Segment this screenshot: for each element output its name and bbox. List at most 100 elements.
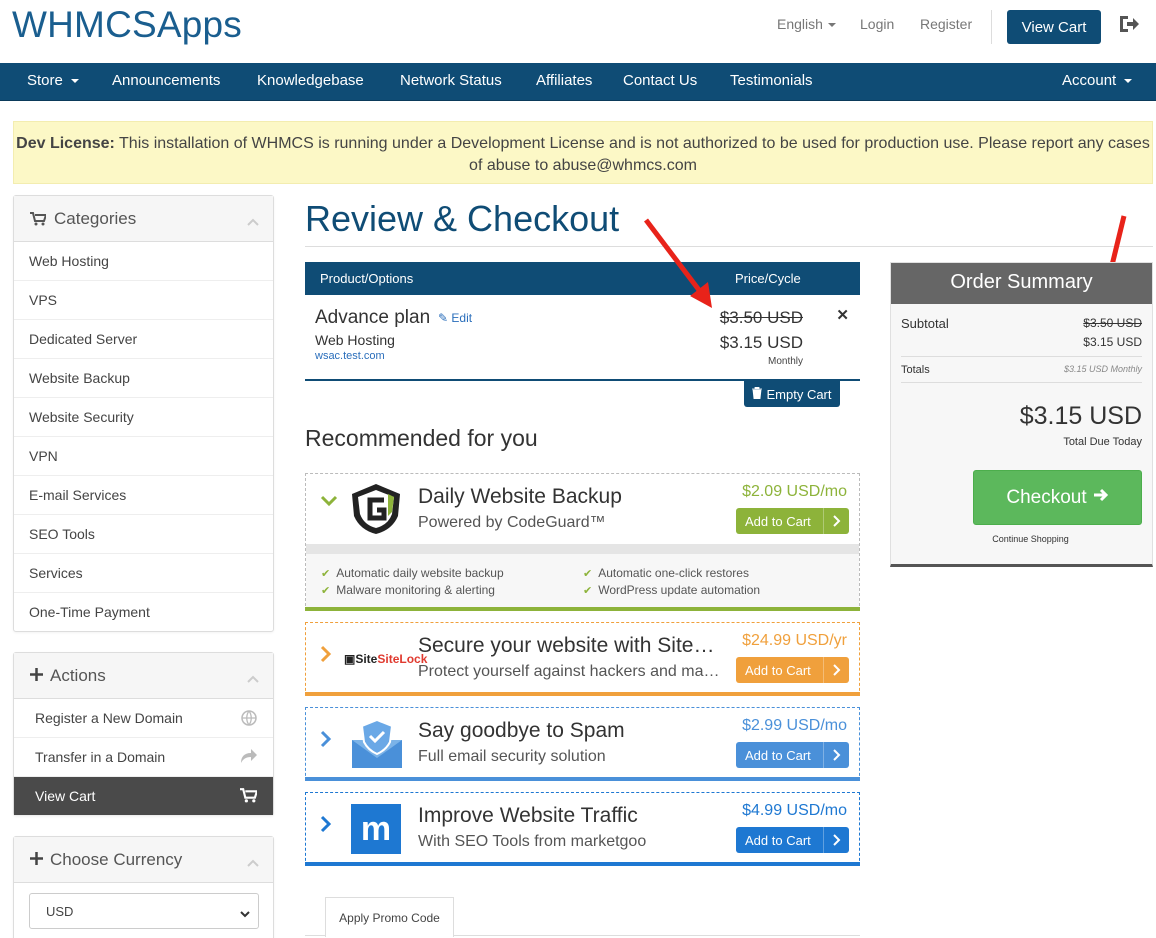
chevron-right-icon[interactable] [320,730,334,748]
chevron-right-icon[interactable] [320,645,334,663]
continue-shopping-link[interactable]: Continue Shopping [891,534,1152,544]
nav-store[interactable]: Store [27,72,79,89]
chevron-up-icon[interactable] [247,854,259,867]
dev-license-alert: Dev License: This installation of WHMCS … [13,121,1153,184]
actions-panel: Actions Register a New Domain Transfer i… [13,652,274,816]
title-divider [305,246,1153,247]
chevron-up-icon[interactable] [247,670,259,683]
subtotal-label: Subtotal [901,316,949,331]
item-cycle: Monthly [767,356,803,367]
language-selector[interactable]: English [777,16,836,32]
category-website-security[interactable]: Website Security [14,398,273,437]
order-summary-title: Order Summary [891,263,1152,304]
view-cart-button[interactable]: View Cart [1007,10,1101,44]
chevron-down-icon[interactable] [320,494,338,508]
cart-table-header: Product/Options Price/Cycle [305,262,860,295]
rec-subtitle-2: Protect yourself against hackers and mal… [418,663,723,680]
chevron-right-icon [823,657,849,683]
action-view-cart[interactable]: View Cart [14,777,273,816]
item-domain: wsac.test.com [315,350,385,362]
site-logo[interactable]: WHMCSApps [12,4,242,46]
total-amount: $3.15 USD [1019,402,1142,430]
action-register-domain[interactable]: Register a New Domain [14,699,273,738]
subtotal-value: $3.15 USD [1083,335,1142,349]
chevron-right-icon[interactable] [320,815,334,833]
nav-contact-us[interactable]: Contact Us [623,72,697,89]
item-name: Advance plan [315,307,431,328]
chevron-right-icon [823,827,849,853]
category-web-hosting[interactable]: Web Hosting [14,242,273,281]
category-seo-tools[interactable]: SEO Tools [14,515,273,554]
category-website-backup[interactable]: Website Backup [14,359,273,398]
summary-divider [901,356,1142,357]
add-to-cart-button[interactable]: Add to Cart [736,657,849,683]
chevron-up-icon[interactable] [247,213,259,226]
share-icon [241,749,257,766]
rec-price-4: $4.99 USD/mo [742,802,847,819]
item-old-price: $3.50 USD [719,308,803,327]
category-email-services[interactable]: E-mail Services [14,476,273,515]
feature-list [306,554,859,608]
category-vpn[interactable]: VPN [14,437,273,476]
marketgoo-logo: m [351,804,401,854]
tab-apply-promo-code[interactable]: Apply Promo Code [325,897,454,937]
currency-header[interactable]: Choose Currency [14,837,273,883]
feature-item: Automatic one-click restores [583,566,749,580]
alert-label: Dev License: [16,135,115,152]
category-dedicated-server[interactable]: Dedicated Server [14,320,273,359]
currency-title: Choose Currency [50,850,183,869]
add-to-cart-button[interactable]: Add to Cart [736,827,849,853]
add-to-cart-button[interactable]: Add to Cart [736,742,849,768]
add-to-cart-button[interactable]: Add to Cart [736,508,849,534]
sitelock-logo: ▣SiteSiteLock [344,652,428,666]
categories-title: Categories [54,209,137,228]
recommendation-spam: Say goodbye to Spam Full email security … [305,707,860,781]
recommendation-codeguard: Daily Website Backup Powered by CodeGuar… [305,473,860,611]
rec-title-2: Secure your website with SiteLock [418,634,723,657]
category-one-time-payment[interactable]: One-Time Payment [14,593,273,632]
nav-announcements[interactable]: Announcements [112,72,220,89]
logout-icon[interactable] [1118,14,1144,38]
page-title: Review & Checkout [305,198,620,239]
totals-label: Totals [901,364,930,376]
col-price: Price/Cycle [735,271,801,286]
recommendation-sitelock: ▣SiteSiteLock Secure your website with S… [305,622,860,696]
currency-value: USD [46,904,74,919]
recommendation-marketgoo: m Improve Website Traffic With SEO Tools… [305,792,860,866]
rec-price-1: $2.09 USD/mo [742,483,847,500]
plus-icon [30,668,43,684]
summary-divider [901,382,1142,383]
header-divider [991,10,992,44]
rec-accent-bar [305,607,860,611]
rec-divider [306,544,859,554]
actions-header[interactable]: Actions [14,653,273,699]
nav-knowledgebase[interactable]: Knowledgebase [257,72,364,89]
codeguard-logo [348,482,404,539]
nav-testimonials[interactable]: Testimonials [730,72,813,89]
item-group: Web Hosting [315,332,395,348]
feature-item: Malware monitoring & alerting [321,583,495,597]
rec-accent-bar [305,862,860,866]
rec-accent-bar [305,777,860,781]
nav-affiliates[interactable]: Affiliates [536,72,592,89]
recommended-title: Recommended for you [305,425,538,451]
checkout-button[interactable]: Checkout [973,470,1142,525]
remove-icon[interactable]: ✕ [836,306,849,324]
nav-network-status[interactable]: Network Status [400,72,502,89]
nav-account[interactable]: Account [1062,72,1133,89]
cart-item-row: Advance plan ✎ Edit Web Hosting wsac.tes… [305,295,860,381]
register-link[interactable]: Register [920,16,972,32]
rec-title-1: Daily Website Backup [418,485,622,508]
rec-price-2: $24.99 USD/yr [742,632,847,649]
category-vps[interactable]: VPS [14,281,273,320]
chevron-right-icon [823,742,849,768]
annotation-arrow [644,218,712,308]
edit-link[interactable]: ✎ Edit [438,311,472,325]
empty-cart-button[interactable]: Empty Cart [744,381,840,407]
action-transfer-domain[interactable]: Transfer in a Domain [14,738,273,777]
currency-select[interactable]: USD [29,893,259,929]
category-services[interactable]: Services [14,554,273,593]
arrow-right-icon [1093,487,1109,509]
login-link[interactable]: Login [860,16,894,32]
categories-header[interactable]: Categories [14,196,273,242]
